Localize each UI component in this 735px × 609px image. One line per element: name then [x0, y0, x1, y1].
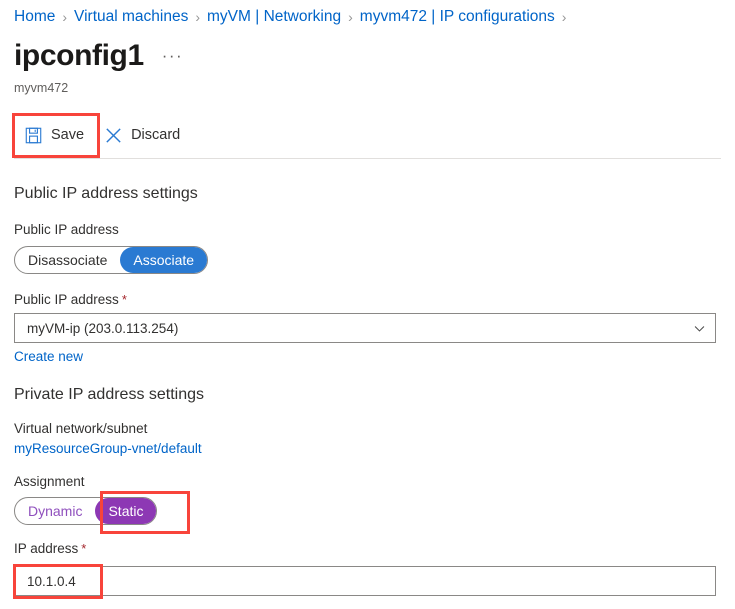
public-ip-settings-heading: Public IP address settings [14, 185, 198, 202]
save-button[interactable]: Save [14, 118, 94, 152]
virtual-network-subnet-link[interactable]: myResourceGroup-vnet/default [14, 441, 202, 456]
save-button-label: Save [51, 127, 85, 143]
breadcrumb-item-ip-configurations[interactable]: myvm472 | IP configurations [360, 8, 555, 26]
breadcrumb-item-home[interactable]: Home [14, 8, 55, 26]
discard-button[interactable]: Discard [94, 118, 190, 152]
assignment-option-dynamic[interactable]: Dynamic [15, 498, 95, 524]
page-title: ipconfig1 [14, 39, 144, 72]
breadcrumb-item-virtual-machines[interactable]: Virtual machines [74, 8, 188, 26]
public-ip-dropdown-label-text: Public IP address [14, 292, 119, 307]
breadcrumb-separator-icon: › [62, 9, 68, 25]
assignment-toggle[interactable]: Dynamic Static [14, 497, 158, 525]
public-ip-option-disassociate[interactable]: Disassociate [15, 247, 120, 273]
breadcrumb: Home › Virtual machines › myVM | Network… [14, 8, 573, 26]
virtual-network-subnet-label: Virtual network/subnet [14, 421, 148, 436]
public-ip-option-associate[interactable]: Associate [120, 247, 208, 273]
page-title-row: ipconfig1 ··· [14, 41, 183, 71]
breadcrumb-item-myvm-networking[interactable]: myVM | Networking [207, 8, 341, 26]
public-ip-address-dropdown[interactable]: myVM-ip (203.0.113.254) [14, 313, 716, 343]
breadcrumb-separator-icon: › [561, 9, 567, 25]
discard-button-label: Discard [131, 127, 181, 143]
toolbar-divider [14, 158, 721, 159]
breadcrumb-separator-icon: › [195, 9, 201, 25]
page-subtitle: myvm472 [14, 81, 69, 95]
required-asterisk: * [81, 541, 87, 556]
required-asterisk: * [121, 292, 127, 307]
command-bar: Save Discard [14, 118, 190, 152]
public-ip-address-dropdown-value: myVM-ip (203.0.113.254) [27, 320, 179, 336]
ip-address-label-text: IP address [14, 541, 79, 556]
create-new-public-ip-link[interactable]: Create new [14, 349, 83, 364]
assignment-label: Assignment [14, 474, 85, 489]
more-options-ellipsis-icon[interactable]: ··· [162, 46, 183, 66]
assignment-option-static[interactable]: Static [95, 498, 157, 524]
ip-address-label: IP address * [14, 541, 86, 556]
close-x-icon [104, 126, 122, 144]
private-ip-settings-heading: Private IP address settings [14, 386, 205, 403]
public-ip-dropdown-label: Public IP address * [14, 292, 127, 307]
public-ip-toggle-label: Public IP address [14, 222, 119, 237]
public-ip-association-toggle[interactable]: Disassociate Associate [14, 246, 209, 274]
ip-address-input[interactable] [14, 566, 716, 596]
breadcrumb-separator-icon: › [348, 9, 353, 25]
chevron-down-icon [693, 322, 706, 335]
save-floppy-icon [24, 126, 42, 144]
